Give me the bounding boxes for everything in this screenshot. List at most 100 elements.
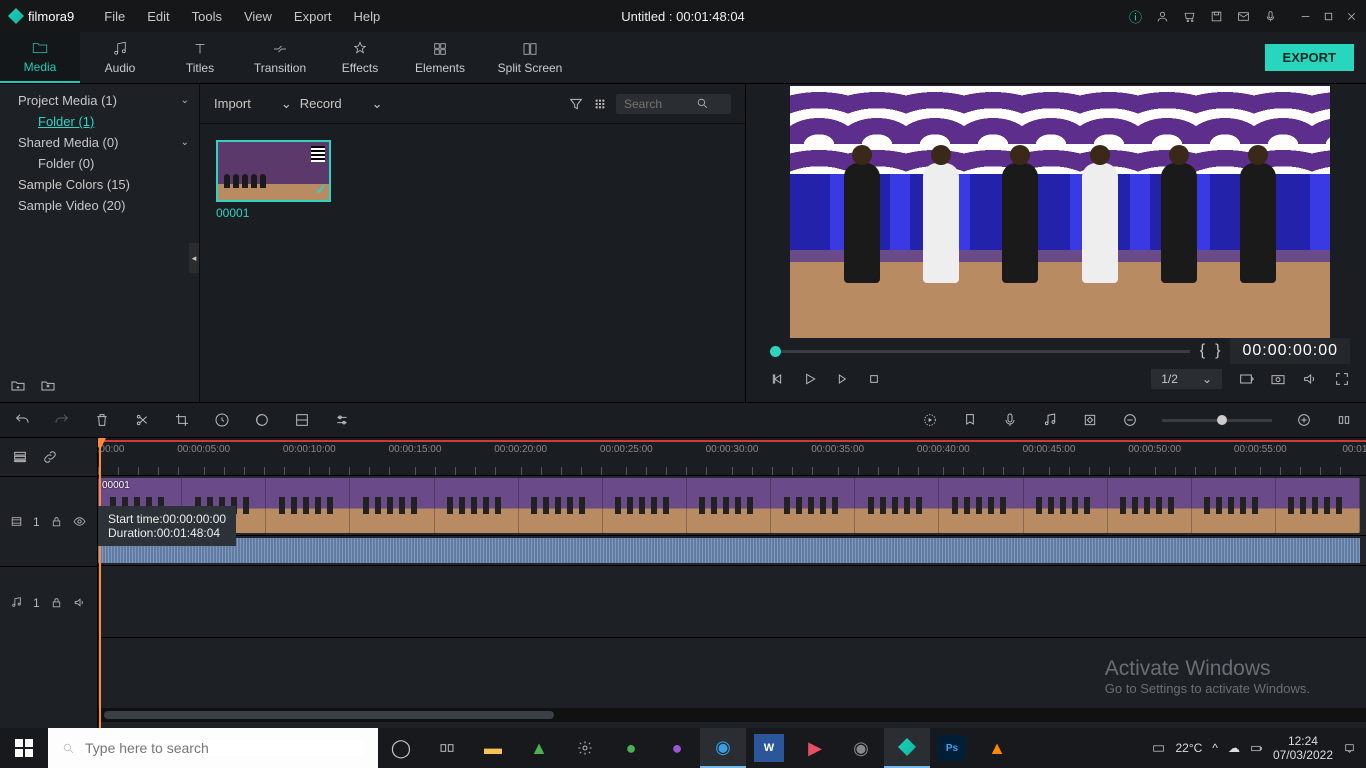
taskbar-search[interactable]	[48, 728, 378, 768]
green-screen-button[interactable]	[294, 412, 310, 428]
tree-folder-1[interactable]: Folder (1)	[0, 111, 199, 132]
tree-sample-video[interactable]: Sample Video (20)	[0, 195, 199, 216]
tray-chevron-icon[interactable]: ^	[1212, 741, 1218, 755]
tree-shared-media[interactable]: Shared Media (0) ⌄	[0, 132, 199, 153]
filmora-taskbar-icon[interactable]	[884, 728, 930, 768]
export-button[interactable]: EXPORT	[1265, 44, 1354, 71]
timeline-tracks[interactable]: 00:00:00:0000:00:05:0000:00:10:0000:00:1…	[98, 438, 1366, 728]
play-button[interactable]	[802, 371, 818, 387]
tab-transition[interactable]: Transition	[240, 32, 320, 83]
zoom-slider[interactable]	[1162, 419, 1272, 422]
preview-quality-dropdown[interactable]: 1/2⌄	[1151, 369, 1222, 389]
delete-button[interactable]	[94, 412, 110, 428]
marker-icon[interactable]	[962, 412, 978, 428]
task-view-icon[interactable]	[424, 728, 470, 768]
word-icon[interactable]: W	[754, 734, 784, 762]
menu-help[interactable]: Help	[344, 5, 391, 28]
scrub-playhead[interactable]	[770, 346, 781, 357]
timeline-ruler[interactable]: 00:00:00:0000:00:05:0000:00:10:0000:00:1…	[98, 438, 1366, 476]
audio-mixer-icon[interactable]	[1042, 412, 1058, 428]
preview-scrubber[interactable]: { } 00:00:00:00	[764, 338, 1356, 364]
render-preview-icon[interactable]	[922, 412, 938, 428]
link-icon[interactable]	[42, 449, 58, 465]
next-frame-button[interactable]	[834, 371, 850, 387]
tab-audio[interactable]: Audio	[80, 32, 160, 83]
grid-view-icon[interactable]	[592, 96, 608, 112]
lock-icon[interactable]	[50, 596, 63, 609]
app-icon[interactable]: ▲	[516, 728, 562, 768]
redo-button[interactable]	[54, 412, 70, 428]
notifications-icon[interactable]	[1343, 742, 1356, 755]
delete-folder-icon[interactable]	[40, 378, 56, 394]
search-input[interactable]	[624, 97, 696, 111]
prev-frame-button[interactable]	[770, 371, 786, 387]
tab-media[interactable]: Media	[0, 32, 80, 83]
zoom-out-icon[interactable]	[1122, 412, 1138, 428]
weather-widget[interactable]: 22°C	[1175, 741, 1202, 755]
fullscreen-icon[interactable]	[1334, 371, 1350, 387]
media-clip[interactable]: 00001	[216, 140, 331, 220]
close-button[interactable]	[1345, 10, 1358, 23]
record-dropdown[interactable]: Record⌄	[300, 96, 383, 112]
keyframe-icon[interactable]	[1082, 412, 1098, 428]
app-icon[interactable]: ●	[608, 728, 654, 768]
crop-button[interactable]	[174, 412, 190, 428]
zoom-fit-icon[interactable]	[1336, 412, 1352, 428]
tab-elements[interactable]: Elements	[400, 32, 480, 83]
browser-icon[interactable]: ●	[654, 728, 700, 768]
color-button[interactable]	[254, 412, 270, 428]
new-folder-icon[interactable]	[10, 378, 26, 394]
menu-view[interactable]: View	[234, 5, 282, 28]
photoshop-icon[interactable]: Ps	[938, 735, 966, 761]
maximize-button[interactable]	[1322, 10, 1335, 23]
scrollbar-thumb[interactable]	[104, 711, 554, 719]
timeline-playhead[interactable]	[99, 438, 101, 728]
audio-track-header[interactable]: 1	[0, 566, 97, 638]
zoom-in-icon[interactable]	[1296, 412, 1312, 428]
video-track[interactable]: 00001	[98, 476, 1366, 536]
keyboard-icon[interactable]	[1152, 742, 1165, 755]
adjust-button[interactable]	[334, 412, 350, 428]
collapse-panel-handle[interactable]: ◂	[189, 243, 199, 273]
snapshot-icon[interactable]	[1270, 371, 1286, 387]
timeline-scrollbar[interactable]	[98, 708, 1366, 722]
tree-folder-0[interactable]: Folder (0)	[0, 153, 199, 174]
cart-icon[interactable]	[1183, 10, 1196, 23]
undo-button[interactable]	[14, 412, 30, 428]
menu-export[interactable]: Export	[284, 5, 342, 28]
split-button[interactable]	[134, 412, 150, 428]
audio-track[interactable]	[98, 566, 1366, 638]
tree-sample-colors[interactable]: Sample Colors (15)	[0, 174, 199, 195]
scrub-track[interactable]	[770, 350, 1190, 353]
stop-button[interactable]	[866, 371, 882, 387]
import-dropdown[interactable]: Import⌄	[214, 96, 292, 112]
playback-quality-icon[interactable]	[1238, 371, 1254, 387]
video-clip[interactable]: 00001	[98, 478, 1360, 533]
disc-icon[interactable]: ◉	[838, 728, 884, 768]
search-icon[interactable]	[696, 97, 709, 110]
onedrive-icon[interactable]: ☁	[1228, 741, 1240, 755]
lock-icon[interactable]	[50, 515, 63, 528]
mic-icon[interactable]	[1264, 10, 1277, 23]
volume-icon[interactable]	[1302, 371, 1318, 387]
minimize-button[interactable]	[1299, 10, 1312, 23]
mark-in-icon[interactable]: {	[1200, 342, 1205, 360]
vlc-icon[interactable]: ▲	[974, 728, 1020, 768]
mark-out-icon[interactable]: }	[1215, 342, 1220, 360]
filter-icon[interactable]	[568, 96, 584, 112]
menu-edit[interactable]: Edit	[137, 5, 179, 28]
menu-file[interactable]: File	[94, 5, 135, 28]
preview-video[interactable]	[790, 86, 1330, 338]
start-button[interactable]	[0, 728, 48, 768]
edge-icon[interactable]: ◉	[700, 728, 746, 768]
record-voiceover-icon[interactable]	[1002, 412, 1018, 428]
manage-tracks-icon[interactable]	[12, 449, 28, 465]
account-icon[interactable]	[1156, 10, 1169, 23]
speaker-icon[interactable]	[73, 596, 86, 609]
cortana-icon[interactable]: ◯	[378, 728, 424, 768]
video-audio-track[interactable]: Start time:00:00:00:00 Duration:00:01:48…	[98, 536, 1366, 566]
tab-effects[interactable]: Effects	[320, 32, 400, 83]
file-explorer-icon[interactable]: ▬	[470, 728, 516, 768]
tree-project-media[interactable]: Project Media (1) ⌄	[0, 90, 199, 111]
search-box[interactable]	[616, 94, 731, 114]
